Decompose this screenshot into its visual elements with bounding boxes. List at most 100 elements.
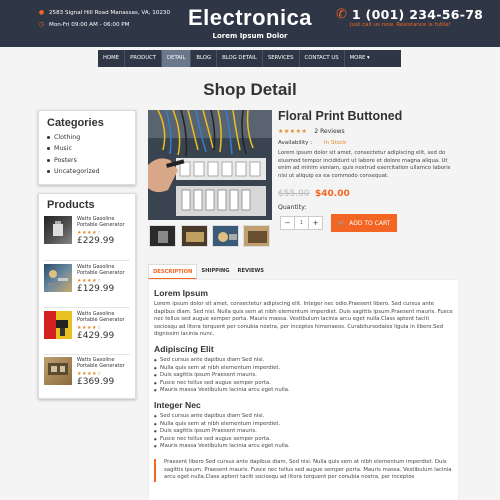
thumbnail-image bbox=[182, 226, 207, 246]
tab-reviews[interactable]: REVIEWS bbox=[234, 264, 269, 280]
section-heading: Lorem Ipsum bbox=[154, 288, 208, 298]
workbench-image bbox=[48, 363, 68, 375]
quantity-stepper: − 1 + bbox=[280, 216, 323, 230]
category-item[interactable]: Music bbox=[47, 145, 127, 152]
phone-number: 1 (001) 234-56-78 bbox=[351, 7, 484, 22]
category-label: Posters bbox=[54, 156, 77, 164]
product-rating-row: ★★★★★ 2 Reviews bbox=[278, 128, 345, 135]
nav-more[interactable]: MORE ▾ bbox=[345, 50, 375, 67]
product-thumbnail-3[interactable] bbox=[212, 225, 239, 247]
logo-title: Electronica bbox=[187, 5, 313, 30]
site-header: ● 2583 Signal Hill Road Manassas, VA, 10… bbox=[0, 0, 500, 47]
bullet-icon bbox=[47, 158, 50, 162]
quantity-increase-button[interactable]: + bbox=[309, 217, 322, 229]
quantity-label: Quantity: bbox=[278, 204, 307, 211]
product-thumbnail[interactable] bbox=[44, 264, 72, 292]
categories-title: Categories bbox=[47, 117, 104, 129]
list-item: Nulla quis sem at nibh elementum imperdi… bbox=[154, 421, 453, 429]
product-price: £369.99 bbox=[77, 377, 115, 387]
logo-subtitle: Lorem Ipsum Dolor bbox=[212, 32, 288, 40]
bullet-icon bbox=[47, 170, 50, 173]
category-label: Uncategorized bbox=[54, 168, 100, 175]
product-name[interactable]: Watts Gasoline Portable Generator bbox=[77, 357, 131, 369]
divider bbox=[44, 307, 130, 308]
product-thumbnail[interactable] bbox=[44, 357, 72, 385]
nav-contact[interactable]: CONTACT US bbox=[300, 50, 345, 67]
product-list-item[interactable]: Watts Gasoline Portable Generator ★★★★☆ … bbox=[44, 311, 130, 351]
product-thumbnail[interactable] bbox=[44, 216, 72, 244]
tab-shipping[interactable]: SHIPPING bbox=[197, 264, 233, 280]
phone-note: Just call us now. Resistance is futile! bbox=[350, 22, 451, 28]
quantity-input[interactable]: 1 bbox=[294, 217, 309, 229]
blockquote: Praesent libero Sed cursus ante dapibus … bbox=[154, 458, 453, 482]
product-name[interactable]: Watts Gasoline Portable Generator bbox=[77, 311, 131, 323]
nav-home[interactable]: HOME bbox=[98, 50, 126, 67]
old-price: $55.00 bbox=[278, 189, 310, 199]
phone-icon: ✆ bbox=[336, 7, 347, 22]
product-list-item[interactable]: Watts Gasoline Portable Generator ★★★★☆ … bbox=[44, 357, 130, 397]
bullet-list: Sed cursus ante dapibus diam Sed nisi. N… bbox=[154, 357, 453, 395]
product-thumbnail-2[interactable] bbox=[181, 225, 208, 247]
bullet-icon bbox=[47, 135, 50, 139]
list-item: Duis sagittis ipsum Praesent mauris. bbox=[154, 428, 453, 436]
products-widget: Products Watts Gasoline Portable Generat… bbox=[38, 193, 136, 399]
nav-services[interactable]: SERVICES bbox=[263, 50, 300, 67]
nav-blog-detail[interactable]: BLOG DETAIL bbox=[217, 50, 263, 67]
address-text: 2583 Signal Hill Road Manassas, VA, 1023… bbox=[49, 9, 171, 16]
product-name[interactable]: Watts Gasoline Portable Generator bbox=[77, 264, 131, 276]
review-count[interactable]: 2 Reviews bbox=[314, 128, 344, 135]
generator-image bbox=[53, 221, 63, 236]
drill-image bbox=[44, 311, 68, 339]
list-item: Duis sagittis ipsum Praesent mauris. bbox=[154, 372, 453, 380]
categories-widget: Categories Clothing Music Posters Uncate… bbox=[38, 110, 136, 185]
product-thumbnail-4[interactable] bbox=[243, 225, 270, 247]
star-rating: ★★★★★ bbox=[278, 128, 308, 135]
thumbnail-image bbox=[150, 226, 175, 246]
product-description: Lorem ipsum dolor sit amet, consectetur … bbox=[278, 150, 451, 179]
add-to-cart-label: ADD TO CART bbox=[349, 219, 391, 227]
page-title: Shop Detail bbox=[203, 80, 297, 99]
hours-text: Mon-Fri 09:00 AM - 06:00 PM bbox=[49, 21, 130, 28]
product-list-item[interactable]: Watts Gasoline Portable Generator ★★★★☆ … bbox=[44, 264, 130, 304]
thumbnail-image bbox=[244, 226, 269, 246]
site-logo[interactable]: Electronica Lorem Ipsum Dolor bbox=[180, 5, 320, 40]
divider bbox=[44, 260, 130, 261]
tab-description[interactable]: DESCRIPTION bbox=[148, 264, 198, 280]
product-main-image[interactable] bbox=[148, 110, 272, 220]
section-heading: Integer Nec bbox=[154, 399, 201, 410]
product-price: £429.99 bbox=[77, 331, 115, 341]
tools-image bbox=[48, 270, 68, 286]
add-to-cart-button[interactable]: 🛒 ADD TO CART bbox=[331, 214, 397, 232]
nav-product[interactable]: PRODUCT bbox=[125, 50, 163, 67]
product-price: £129.99 bbox=[77, 284, 115, 294]
address-info: ● 2583 Signal Hill Road Manassas, VA, 10… bbox=[38, 9, 170, 16]
bullet-icon bbox=[47, 147, 50, 150]
quantity-decrease-button[interactable]: − bbox=[281, 217, 294, 229]
product-name[interactable]: Watts Gasoline Portable Generator bbox=[77, 216, 131, 228]
hours-info: ◷ Mon-Fri 09:00 AM - 06:00 PM bbox=[38, 21, 130, 28]
section-heading: Adipiscing Elit bbox=[154, 343, 214, 354]
product-list-item[interactable]: Watts Gasoline Portable Generator ★★★★☆ … bbox=[44, 216, 130, 256]
nav-detail[interactable]: DETAIL bbox=[162, 50, 192, 67]
product-tabs: DESCRIPTION SHIPPING REVIEWS bbox=[148, 264, 268, 280]
section-paragraph: Lorem ipsum dolor sit amet, consectetur … bbox=[154, 301, 453, 338]
map-pin-icon: ● bbox=[38, 9, 45, 16]
tab-content-panel: Lorem Ipsum Lorem ipsum dolor sit amet, … bbox=[148, 279, 459, 500]
current-price: $40.00 bbox=[315, 189, 350, 199]
product-thumbnail-1[interactable] bbox=[149, 225, 176, 247]
phone-info[interactable]: ✆ 1 (001) 234-56-78 bbox=[336, 7, 483, 22]
availability-value: In Stock bbox=[323, 140, 347, 146]
category-item[interactable]: Uncategorized bbox=[47, 168, 127, 175]
product-thumbnail[interactable] bbox=[44, 311, 72, 339]
cart-icon: 🛒 bbox=[337, 219, 346, 227]
product-title: Floral Print Buttoned bbox=[278, 109, 403, 123]
thumbnail-image bbox=[213, 226, 238, 246]
list-item: Sed cursus ante dapibus diam Sed nisi. bbox=[154, 357, 453, 365]
category-item[interactable]: Clothing bbox=[47, 134, 127, 141]
products-title: Products bbox=[47, 199, 95, 211]
category-item[interactable]: Posters bbox=[47, 157, 127, 164]
product-price: £229.99 bbox=[77, 236, 115, 246]
main-nav: HOME PRODUCT DETAIL BLOG BLOG DETAIL SER… bbox=[98, 50, 401, 67]
nav-blog[interactable]: BLOG bbox=[191, 50, 218, 67]
clock-icon: ◷ bbox=[38, 21, 45, 28]
